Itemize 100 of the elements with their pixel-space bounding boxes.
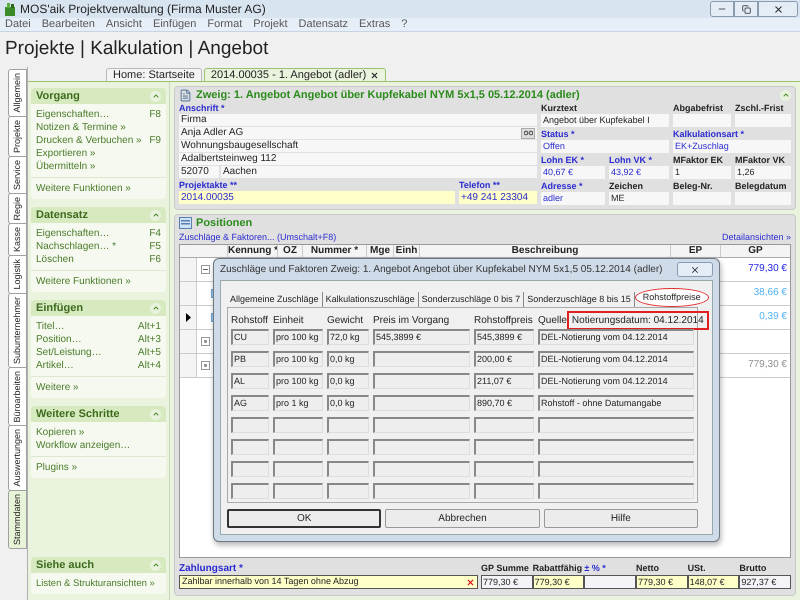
task-link[interactable]: Position… <box>36 334 82 346</box>
collapse-icon[interactable] <box>150 210 161 220</box>
task-link[interactable]: Artikel… <box>36 360 74 372</box>
input-field[interactable]: 927,37 € <box>739 575 791 589</box>
link[interactable]: Zuschläge & Faktoren... (Umschalt+F8) <box>179 230 336 244</box>
input-field[interactable]: pro 100 kg <box>273 351 323 367</box>
input-field[interactable]: 0,0 kg <box>327 373 369 389</box>
collapse-icon[interactable] <box>150 302 161 314</box>
input-field[interactable]: 43,92 € <box>609 166 669 179</box>
input-field[interactable]: 2014.00035 <box>179 191 455 204</box>
menu-item[interactable]: Einfügen <box>152 18 196 31</box>
input-field[interactable] <box>231 483 269 499</box>
task-link[interactable]: Set/Leistung… <box>36 346 102 358</box>
input-field[interactable] <box>474 439 534 455</box>
side-tab[interactable]: Logistik <box>8 255 27 294</box>
clear-icon[interactable] <box>466 578 475 586</box>
input-field[interactable]: Aachen <box>221 166 537 178</box>
input-field[interactable]: 211,07 € <box>474 373 534 389</box>
document-tab[interactable]: Home: Startseite <box>106 68 202 81</box>
side-tab[interactable]: Subunternehmer <box>8 292 27 368</box>
input-field[interactable] <box>538 417 694 433</box>
input-field[interactable]: PB <box>231 351 269 367</box>
input-field[interactable]: DEL-Notierung vom 04.12.2014 <box>538 373 694 389</box>
input-field[interactable] <box>373 483 470 499</box>
column-header[interactable]: GP <box>720 245 790 257</box>
task-link[interactable]: Übermitteln » <box>36 160 96 172</box>
side-tab[interactable]: Projekte <box>8 116 27 157</box>
task-link[interactable]: Kopieren » <box>36 426 84 438</box>
input-field[interactable]: 1 <box>673 166 731 179</box>
menu-item[interactable]: ? <box>401 18 408 31</box>
row-header[interactable] <box>180 306 197 329</box>
input-field[interactable]: pro 100 kg <box>273 373 323 389</box>
close-button[interactable] <box>758 1 798 17</box>
input-field[interactable] <box>327 439 369 455</box>
dialog-button[interactable]: Abbrechen <box>385 509 540 528</box>
input-field[interactable]: 52070 <box>179 166 219 178</box>
column-header[interactable]: Mge <box>366 245 393 257</box>
task-link[interactable]: Weitere » <box>36 381 79 394</box>
menu-item[interactable]: Datensatz <box>298 18 348 31</box>
input-field[interactable] <box>373 395 470 411</box>
menu-item[interactable]: Projekt <box>253 18 288 31</box>
menu-item[interactable]: Datei <box>5 18 31 31</box>
dialog-button[interactable]: OK <box>227 509 382 528</box>
input-field[interactable]: Anja Adler AG <box>179 127 537 139</box>
input-field[interactable]: 545,3899 € <box>373 329 470 345</box>
input-field[interactable]: 0,0 kg <box>327 395 369 411</box>
input-field[interactable] <box>474 417 534 433</box>
restore-icon[interactable] <box>742 4 750 14</box>
input-field[interactable]: 1,26 <box>735 166 791 179</box>
task-link[interactable]: Nachschlagen… * <box>36 240 116 252</box>
task-link[interactable]: Plugins » <box>36 461 78 474</box>
dialog-button[interactable]: Hilfe <box>544 509 698 528</box>
close-icon[interactable] <box>690 264 700 274</box>
input-field[interactable]: Wohnungsbaugesellschaft <box>179 140 537 152</box>
input-field[interactable] <box>538 461 694 477</box>
input-field[interactable]: adler <box>541 192 605 205</box>
restore-button[interactable] <box>734 1 758 17</box>
input-field[interactable] <box>373 351 470 367</box>
input-field[interactable]: Zahlbar innerhalb von 14 Tagen ohne Abzug <box>179 575 478 589</box>
input-field[interactable] <box>584 575 636 589</box>
input-field[interactable]: 779,30 € <box>481 575 533 589</box>
side-tab[interactable]: Auswertungen <box>8 425 27 491</box>
task-link[interactable]: Titel… <box>36 320 65 332</box>
input-field[interactable]: pro 1 kg <box>273 395 323 411</box>
column-header[interactable]: OZ <box>277 245 302 257</box>
task-link[interactable]: Workflow anzeigen… <box>36 440 130 452</box>
input-field[interactable]: Angebot über Kupfekabel I <box>541 114 669 127</box>
menu-item[interactable]: Extras <box>359 18 390 31</box>
side-tab[interactable]: Büroarbeiten <box>8 366 27 426</box>
input-field[interactable]: +49 241 23304 <box>459 191 537 204</box>
side-tab[interactable]: Service <box>8 156 27 194</box>
input-field[interactable] <box>538 483 694 499</box>
dialog-tab[interactable]: Rohstoffpreise <box>634 288 709 307</box>
input-field[interactable]: 0,0 kg <box>327 351 369 367</box>
input-field[interactable]: pro 100 kg <box>273 329 323 345</box>
close-icon[interactable] <box>772 4 784 14</box>
input-field[interactable] <box>273 439 323 455</box>
document-tab[interactable]: 2014.00035 - 1. Angebot (adler) <box>204 68 386 81</box>
collapse-icon[interactable] <box>150 90 161 102</box>
input-field[interactable]: DEL-Notierung vom 04.12.2014 <box>538 351 694 367</box>
side-tab[interactable]: Kasse <box>8 223 27 256</box>
input-field[interactable] <box>327 417 369 433</box>
column-header[interactable]: Einh <box>393 245 419 257</box>
expand-icon[interactable] <box>201 361 210 370</box>
input-field[interactable] <box>373 439 470 455</box>
menu-item[interactable]: Format <box>207 18 242 31</box>
collapse-icon[interactable] <box>150 560 161 570</box>
input-field[interactable]: 779,30 € <box>636 575 688 589</box>
input-field[interactable]: Rohstoff - ohne Datumangabe <box>538 395 694 411</box>
input-field[interactable] <box>373 373 470 389</box>
input-field[interactable] <box>373 461 470 477</box>
input-field[interactable] <box>373 417 470 433</box>
task-link[interactable]: Eigenschaften… <box>36 108 110 120</box>
input-field[interactable]: AG <box>231 395 269 411</box>
collapse-icon[interactable] <box>150 408 161 420</box>
input-field[interactable] <box>231 417 269 433</box>
input-field[interactable] <box>231 461 269 477</box>
menu-item[interactable]: Bearbeiten <box>42 18 95 31</box>
input-field[interactable] <box>231 439 269 455</box>
input-field[interactable]: 148,07 € <box>688 575 740 589</box>
